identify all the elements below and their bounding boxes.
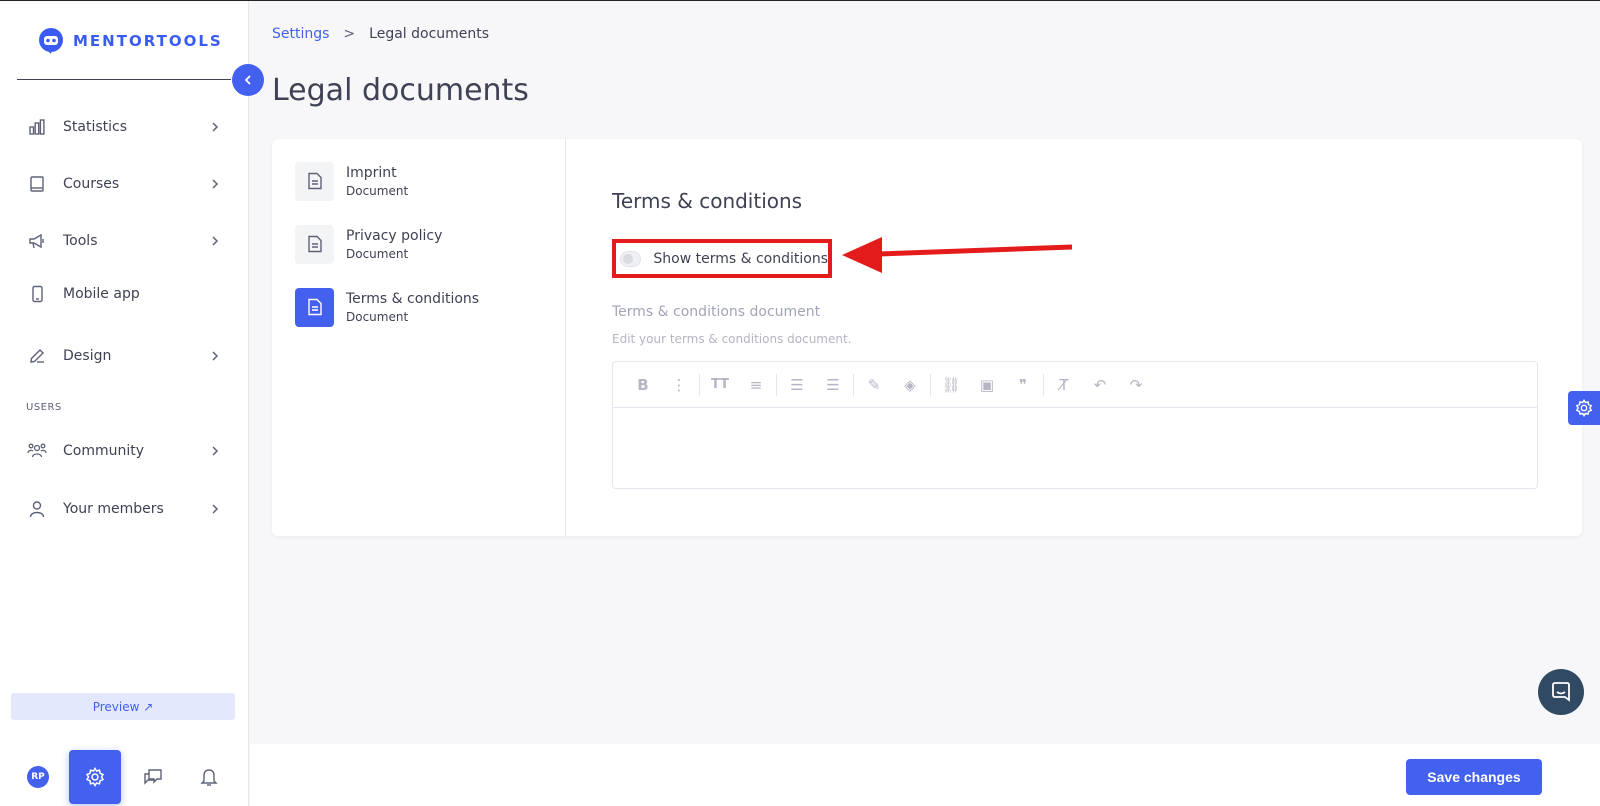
redo-button[interactable]: ↷ [1118, 370, 1154, 400]
messages-button[interactable] [142, 766, 164, 788]
logo-text: MENTORTOOLS [73, 32, 223, 50]
breadcrumb-separator: > [343, 26, 356, 42]
editor-toolbar: B ⋮ TT ≡ ☰ ☰ ✎ ◈ ⛓ ▣ ❞ T̸ ↶ ↷ [613, 362, 1537, 408]
side-settings-button[interactable] [1568, 391, 1600, 425]
legal-documents-card: Imprint Document Privacy policy Document… [272, 139, 1582, 536]
edit-icon [26, 345, 48, 367]
quote-button[interactable]: ❞ [1005, 370, 1041, 400]
robot-logo-icon [37, 27, 65, 55]
font-size-button[interactable]: TT [702, 370, 738, 400]
sidebar-item-your-members[interactable]: Your members [26, 494, 222, 524]
document-title: Imprint [346, 164, 397, 181]
gear-icon [1575, 399, 1593, 417]
sidebar-item-design[interactable]: Design [26, 341, 222, 371]
link-button[interactable]: ⛓ [933, 370, 969, 400]
sidebar-item-statistics[interactable]: Statistics [26, 112, 222, 142]
avatar[interactable]: RP [27, 766, 49, 788]
chevron-right-icon [208, 234, 222, 248]
toggle-label[interactable]: Show terms & conditions [653, 251, 828, 267]
image-button[interactable]: ▣ [969, 370, 1005, 400]
chevron-right-icon [208, 349, 222, 363]
toolbar-divider [776, 373, 777, 396]
sidebar-item-label: Tools [63, 233, 98, 249]
preview-button[interactable]: Preview ↗ [11, 693, 235, 720]
rich-text-editor: B ⋮ TT ≡ ☰ ☰ ✎ ◈ ⛓ ▣ ❞ T̸ ↶ ↷ [612, 361, 1538, 489]
more-options-button[interactable]: ⋮ [661, 370, 697, 400]
sidebar-item-label: Your members [63, 501, 164, 517]
show-terms-toggle[interactable] [620, 250, 642, 267]
document-list: Imprint Document Privacy policy Document… [272, 139, 566, 536]
book-icon [26, 173, 48, 195]
document-subtitle: Document [346, 183, 409, 198]
megaphone-icon [26, 230, 48, 252]
footer-bar [250, 744, 1600, 806]
clear-format-button[interactable]: T̸ [1046, 370, 1082, 400]
gear-icon [85, 767, 105, 787]
bold-button[interactable]: B [625, 370, 661, 400]
toolbar-divider [699, 373, 700, 396]
align-button[interactable]: ≡ [738, 370, 774, 400]
sidebar-item-mobile-app[interactable]: Mobile app [26, 279, 222, 309]
save-changes-button[interactable]: Save changes [1406, 759, 1542, 795]
document-item-imprint[interactable]: Imprint Document [295, 161, 555, 201]
document-icon [295, 224, 334, 264]
breadcrumb-current: Legal documents [369, 26, 490, 42]
sidebar-item-community[interactable]: Community [26, 436, 222, 466]
background-color-button[interactable]: ◈ [892, 370, 928, 400]
sidebar-item-courses[interactable]: Courses [26, 169, 222, 199]
annotation-arrow [842, 237, 1073, 273]
field-help-text: Edit your terms & conditions document. [612, 332, 852, 346]
sidebar-item-label: Design [63, 348, 112, 364]
breadcrumb-settings-link[interactable]: Settings [272, 26, 329, 42]
sidebar-bottom-bar: RP [0, 749, 249, 806]
breadcrumb: Settings > Legal documents [272, 26, 489, 42]
toolbar-divider [1043, 373, 1044, 396]
users-section-label: USERS [26, 402, 62, 413]
logo[interactable]: MENTORTOOLS [37, 27, 223, 55]
sidebar-item-label: Community [63, 443, 145, 459]
bar-chart-icon [26, 116, 48, 138]
community-icon [26, 440, 48, 462]
sidebar-item-label: Courses [63, 176, 120, 192]
toolbar-divider [930, 373, 931, 396]
user-icon [26, 498, 48, 520]
editor-content-area[interactable] [613, 408, 1537, 488]
document-item-terms-conditions[interactable]: Terms & conditions Document [295, 287, 555, 327]
chevron-right-icon [208, 444, 222, 458]
notifications-button[interactable] [198, 766, 220, 788]
chat-icon [1550, 681, 1572, 703]
toggle-knob [623, 253, 633, 264]
section-title: Terms & conditions [612, 189, 803, 213]
text-color-button[interactable]: ✎ [856, 370, 892, 400]
numbered-list-button[interactable]: ☰ [815, 370, 851, 400]
show-terms-toggle-highlight: Show terms & conditions [612, 239, 832, 278]
document-icon [295, 161, 334, 201]
phone-icon [26, 283, 48, 305]
settings-button[interactable] [69, 750, 121, 804]
undo-button[interactable]: ↶ [1082, 370, 1118, 400]
collapse-sidebar-button[interactable] [232, 64, 264, 96]
sidebar-item-label: Mobile app [63, 286, 140, 302]
bullet-list-button[interactable]: ☰ [779, 370, 815, 400]
bell-icon [200, 767, 218, 787]
chevron-right-icon [208, 502, 222, 516]
document-subtitle: Document [346, 246, 409, 261]
document-title: Terms & conditions [346, 290, 480, 307]
chevron-left-icon [241, 73, 255, 87]
document-subtitle: Document [346, 309, 409, 324]
sidebar-item-tools[interactable]: Tools [26, 226, 222, 256]
document-title: Privacy policy [346, 227, 443, 244]
chevron-right-icon [208, 177, 222, 191]
document-icon [295, 287, 334, 327]
page-title: Legal documents [272, 73, 529, 108]
document-item-privacy-policy[interactable]: Privacy policy Document [295, 224, 555, 264]
sidebar: MENTORTOOLS Statistics Courses Tools Mob… [0, 1, 249, 806]
sidebar-item-label: Statistics [63, 119, 127, 135]
support-chat-button[interactable] [1538, 669, 1584, 715]
toolbar-divider [853, 373, 854, 396]
field-label: Terms & conditions document [612, 304, 821, 320]
chevron-right-icon [208, 120, 222, 134]
logo-divider [17, 79, 231, 80]
chat-icon [142, 767, 164, 787]
